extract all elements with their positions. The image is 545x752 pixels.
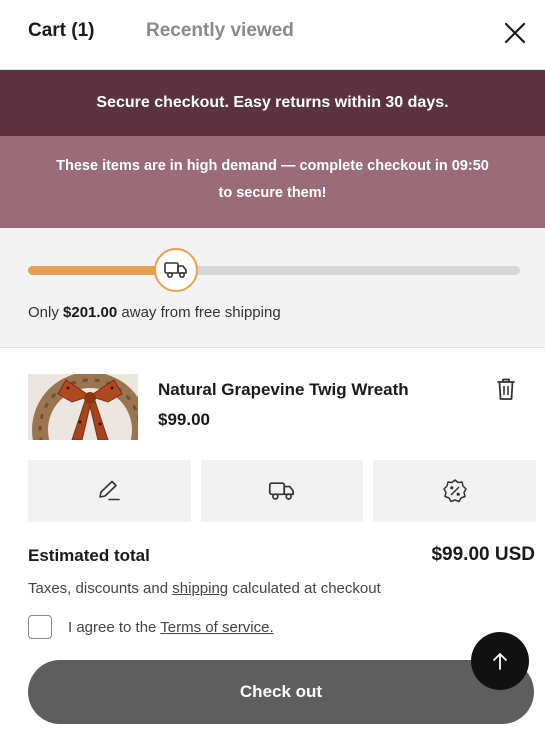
tab-cart[interactable]: Cart (1) <box>28 20 95 42</box>
terms-checkbox[interactable] <box>28 615 52 639</box>
free-shipping-text: Only $201.00 away from free shipping <box>28 304 281 321</box>
terms-agreement: I agree to the Terms of service. <box>28 615 274 639</box>
high-demand-line-1: These items are in high demand — complet… <box>0 153 545 180</box>
product-price: $99.00 <box>158 410 210 429</box>
taxes-note: Taxes, discounts and shipping calculated… <box>28 580 381 597</box>
secure-checkout-banner: Secure checkout. Easy returns within 30 … <box>0 70 545 136</box>
estimated-total-value: $99.00 USD <box>431 544 535 565</box>
taxes-note-suffix: calculated at checkout <box>228 580 381 597</box>
truck-icon <box>268 482 294 500</box>
secure-checkout-text: Secure checkout. Easy returns within 30 … <box>96 94 449 111</box>
pencil-icon <box>99 480 121 501</box>
close-icon <box>504 22 526 44</box>
free-shipping-prefix: Only <box>28 304 64 321</box>
product-image[interactable] <box>28 374 138 440</box>
estimated-total-label: Estimated total <box>28 546 150 565</box>
taxes-note-prefix: Taxes, discounts and <box>28 580 173 597</box>
scroll-to-top-button[interactable] <box>471 632 529 690</box>
tab-recently-viewed[interactable]: Recently viewed <box>146 20 294 42</box>
free-shipping-amount: $201.00 <box>63 304 118 321</box>
terms-label-prefix: I agree to the <box>68 618 161 636</box>
free-shipping-suffix: away from free shipping <box>117 304 281 321</box>
wreath-image <box>28 374 138 440</box>
shipping-estimate-button[interactable] <box>200 460 364 522</box>
truck-icon <box>164 262 187 279</box>
cart-header: Cart (1) Recently viewed <box>0 0 545 70</box>
checkout-button[interactable]: Check out <box>28 660 534 724</box>
trash-icon <box>497 378 515 400</box>
shipping-link[interactable]: shipping <box>172 580 228 597</box>
discount-icon <box>442 479 467 503</box>
free-shipping-progress: Only $201.00 away from free shipping <box>0 228 545 348</box>
high-demand-text: These items are in high demand — complet… <box>56 158 452 174</box>
product-name[interactable]: Natural Grapevine Twig Wreath <box>158 380 409 400</box>
discount-code-button[interactable] <box>373 460 537 522</box>
cart-item: Natural Grapevine Twig Wreath $99.00 <box>0 348 545 448</box>
remove-item-button[interactable] <box>494 376 518 402</box>
countdown-timer: 09:50 <box>451 158 489 174</box>
shipping-progress-marker <box>154 248 198 292</box>
shipping-progress-bar <box>28 248 520 292</box>
arrow-up-icon <box>493 653 507 670</box>
add-note-button[interactable] <box>28 460 191 522</box>
cart-actions <box>28 460 537 522</box>
close-button[interactable] <box>502 20 528 46</box>
terms-of-service-link[interactable]: Terms of service. <box>160 619 273 636</box>
high-demand-banner: These items are in high demand — complet… <box>0 136 545 228</box>
terms-label: I agree to the Terms of service. <box>68 619 274 636</box>
high-demand-line-2: to secure them! <box>218 185 327 201</box>
